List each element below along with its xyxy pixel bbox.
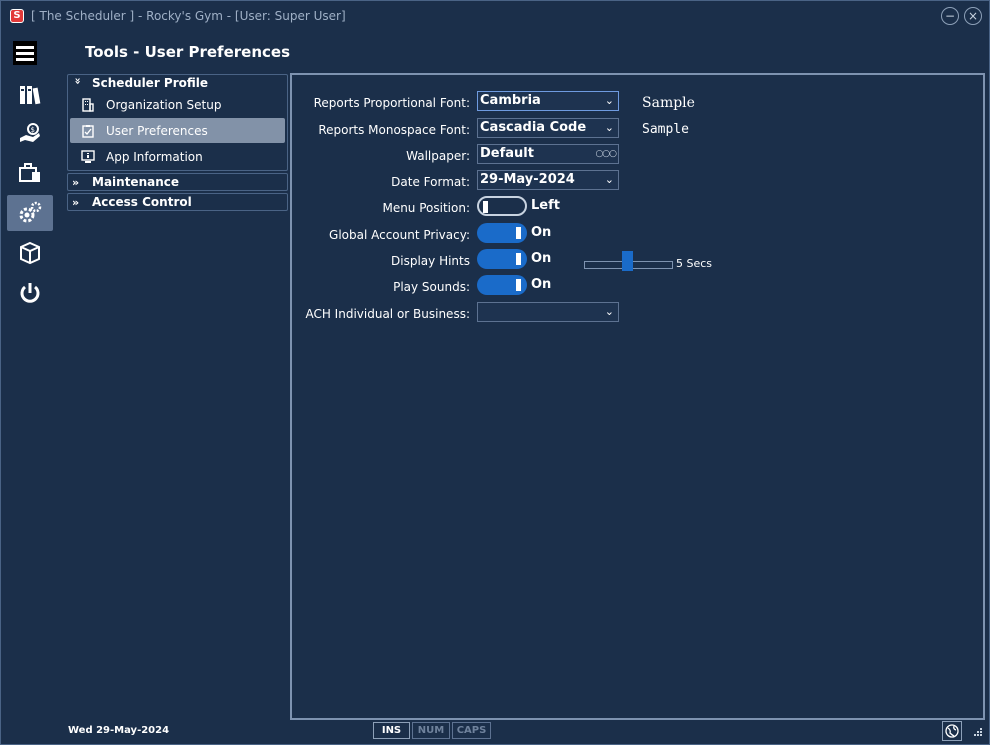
global-privacy-label: Global Account Privacy: <box>329 228 470 242</box>
mono-font-label: Reports Monospace Font: <box>318 123 470 137</box>
resize-grip-icon[interactable] <box>969 725 983 739</box>
nav-group-maintenance[interactable]: » Maintenance <box>67 173 288 191</box>
globe-icon[interactable] <box>942 721 962 741</box>
building-icon <box>80 97 96 113</box>
wallpaper-value: Default <box>480 146 534 161</box>
main-icon-bar: $ <box>1 35 57 315</box>
nav-group-label: Scheduler Profile <box>92 76 209 90</box>
wallpaper-label: Wallpaper: <box>406 149 470 163</box>
date-format-label: Date Format: <box>391 175 470 189</box>
menu-position-row: Menu Position: <box>292 198 470 218</box>
play-sounds-label: Play Sounds: <box>393 280 470 294</box>
nav-group-scheduler-profile: » Scheduler Profile Organization Setup U… <box>67 74 288 171</box>
wallpaper-row: Wallpaper: <box>292 146 470 166</box>
menu-position-state: Left <box>531 198 560 213</box>
display-hints-row: Display Hints <box>292 251 470 271</box>
preferences-panel: Reports Proportional Font: Cambria ⌄ Sam… <box>290 73 985 720</box>
power-icon[interactable] <box>7 275 53 311</box>
hint-duration-value: 5 Secs <box>676 257 713 270</box>
binders-icon[interactable] <box>7 77 53 113</box>
menu-position-toggle[interactable] <box>477 196 527 216</box>
nav-tree: » Scheduler Profile Organization Setup U… <box>67 74 288 213</box>
toggle-knob <box>516 227 521 239</box>
monitor-info-icon <box>80 149 96 165</box>
svg-text:$: $ <box>31 126 35 134</box>
app-logo-icon: S <box>10 9 24 23</box>
global-privacy-state: On <box>531 225 552 240</box>
money-hand-icon[interactable]: $ <box>7 116 53 152</box>
play-sounds-row: Play Sounds: <box>292 277 470 297</box>
caps-key-indicator: CAPS <box>452 722 491 739</box>
page-title: Tools - User Preferences <box>85 43 290 61</box>
menu-position-label: Menu Position: <box>382 201 470 215</box>
chevron-down-icon: ⌄ <box>604 173 614 186</box>
wallpaper-field[interactable]: Default ○○○ <box>477 144 619 164</box>
play-sounds-toggle[interactable] <box>477 275 527 295</box>
date-format-select[interactable]: 29-May-2024 ⌄ <box>477 170 619 190</box>
prop-font-value: Cambria <box>480 93 541 108</box>
mono-font-sample: Sample <box>642 122 689 137</box>
browse-button[interactable]: ○○○ <box>595 145 617 163</box>
prop-font-row: Reports Proportional Font: <box>292 93 470 113</box>
nav-group-header[interactable]: » Maintenance <box>68 174 287 190</box>
nav-item-label: User Preferences <box>106 123 208 138</box>
nav-item-user-preferences[interactable]: User Preferences <box>70 118 285 143</box>
nav-group-access-control[interactable]: » Access Control <box>67 193 288 211</box>
package-icon[interactable] <box>7 235 53 271</box>
nav-item-app-information[interactable]: App Information <box>70 144 285 169</box>
global-privacy-toggle[interactable] <box>477 223 527 243</box>
briefcase-icon[interactable] <box>7 155 53 191</box>
minimize-button[interactable]: − <box>941 7 959 25</box>
mono-font-select[interactable]: Cascadia Code ⌄ <box>477 118 619 138</box>
ach-select[interactable]: ⌄ <box>477 302 619 322</box>
gears-icon[interactable] <box>7 195 53 231</box>
toggle-knob <box>483 201 488 213</box>
global-privacy-row: Global Account Privacy: <box>292 225 470 245</box>
clipboard-icon <box>80 123 96 139</box>
ach-label: ACH Individual or Business: <box>305 307 470 321</box>
mono-font-value: Cascadia Code <box>480 120 587 135</box>
collapsed-chevron-icon: » <box>72 175 80 189</box>
nav-group-header[interactable]: » Scheduler Profile <box>68 75 287 91</box>
display-hints-label: Display Hints <box>391 254 470 268</box>
prop-font-label: Reports Proportional Font: <box>313 96 470 110</box>
nav-item-label: Organization Setup <box>106 97 222 112</box>
nav-group-label: Maintenance <box>92 175 180 189</box>
play-sounds-state: On <box>531 277 552 292</box>
chevron-down-icon: ⌄ <box>604 305 614 318</box>
title-bar[interactable]: S [ The Scheduler ] - Rocky's Gym - [Use… <box>1 1 989 31</box>
prop-font-select[interactable]: Cambria ⌄ <box>477 91 619 111</box>
date-format-value: 29-May-2024 <box>480 172 575 187</box>
toggle-knob <box>516 253 521 265</box>
ach-row: ACH Individual or Business: <box>292 304 470 324</box>
nav-group-header[interactable]: » Access Control <box>68 194 287 210</box>
window-title: [ The Scheduler ] - Rocky's Gym - [User:… <box>31 9 346 23</box>
mono-font-row: Reports Monospace Font: <box>292 120 470 140</box>
nav-item-organization-setup[interactable]: Organization Setup <box>70 92 285 117</box>
status-date: Wed 29-May-2024 <box>68 725 170 736</box>
hint-duration-slider-thumb[interactable] <box>622 251 633 271</box>
chevron-down-icon: ⌄ <box>604 121 614 134</box>
display-hints-state: On <box>531 251 552 266</box>
nav-item-label: App Information <box>106 149 203 164</box>
display-hints-toggle[interactable] <box>477 249 527 269</box>
collapsed-chevron-icon: » <box>72 195 80 209</box>
chevron-down-icon: ⌄ <box>604 94 614 107</box>
num-key-indicator: NUM <box>412 722 450 739</box>
menu-icon[interactable] <box>13 41 37 65</box>
close-button[interactable]: × <box>964 7 982 25</box>
date-format-row: Date Format: <box>292 172 470 192</box>
ins-key-indicator: INS <box>373 722 410 739</box>
expanded-chevron-icon: » <box>71 77 85 85</box>
app-window: S [ The Scheduler ] - Rocky's Gym - [Use… <box>0 0 990 745</box>
prop-font-sample: Sample <box>642 95 695 111</box>
toggle-knob <box>516 279 521 291</box>
nav-group-label: Access Control <box>92 195 192 209</box>
